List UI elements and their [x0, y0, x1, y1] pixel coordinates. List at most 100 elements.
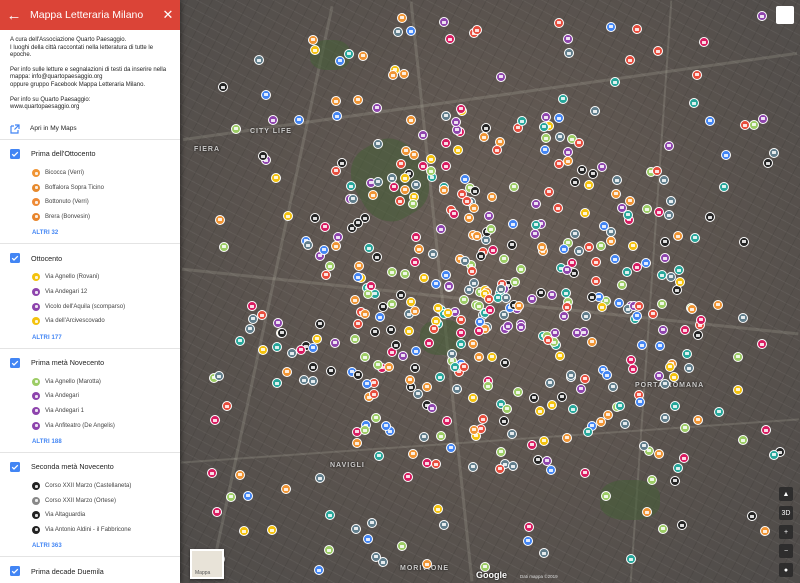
map-marker[interactable] [383, 362, 394, 372]
map-marker[interactable] [591, 276, 602, 287]
map-marker[interactable] [641, 507, 652, 518]
map-marker[interactable] [396, 541, 407, 552]
map-marker[interactable] [565, 370, 576, 381]
map-marker[interactable] [350, 523, 361, 534]
map-marker[interactable] [546, 465, 556, 475]
map-marker[interactable] [486, 191, 497, 202]
map-marker[interactable] [475, 251, 486, 262]
map-marker[interactable] [452, 145, 463, 156]
map-marker[interactable] [738, 236, 749, 247]
map-marker[interactable] [409, 257, 420, 267]
map-marker[interactable] [574, 246, 584, 257]
map-marker[interactable] [621, 267, 632, 278]
map-marker[interactable] [418, 431, 429, 442]
map-marker[interactable] [397, 350, 408, 361]
map-marker[interactable] [665, 271, 676, 282]
map-marker[interactable] [652, 46, 663, 57]
map-marker[interactable] [719, 181, 730, 192]
map-marker[interactable] [571, 327, 582, 338]
map-marker[interactable] [669, 372, 680, 383]
map-marker[interactable] [605, 21, 616, 32]
layer-item[interactable]: Via Agnello (Rovani) [0, 270, 180, 285]
map-marker[interactable] [570, 228, 581, 239]
map-marker[interactable] [272, 342, 283, 353]
map-marker[interactable] [207, 468, 218, 479]
map-marker[interactable] [238, 526, 249, 537]
map-marker[interactable] [616, 279, 627, 290]
map-marker[interactable] [334, 55, 345, 66]
map-marker[interactable] [353, 318, 364, 329]
map-marker[interactable] [439, 519, 450, 530]
map-marker[interactable] [235, 469, 246, 480]
show-more-link[interactable]: ALTRI 32 [0, 230, 180, 236]
map-marker[interactable] [441, 138, 451, 149]
map-marker[interactable] [608, 381, 619, 392]
map-marker[interactable] [212, 506, 222, 517]
map-marker[interactable] [527, 439, 538, 450]
map-marker[interactable] [410, 306, 421, 317]
map-marker[interactable] [296, 344, 306, 355]
map-marker[interactable] [660, 253, 671, 264]
map-marker[interactable] [687, 304, 698, 315]
map-marker[interactable] [563, 156, 573, 167]
map-marker[interactable] [562, 33, 573, 44]
map-marker[interactable] [430, 278, 441, 289]
map-marker[interactable] [373, 450, 384, 461]
map-marker[interactable] [392, 26, 403, 37]
map-marker[interactable] [407, 198, 418, 209]
map-marker[interactable] [659, 175, 670, 185]
map-marker[interactable] [419, 272, 430, 283]
map-marker[interactable] [438, 185, 449, 196]
map-marker[interactable] [400, 173, 411, 184]
map-marker[interactable] [410, 232, 421, 242]
map-marker[interactable] [679, 453, 690, 464]
map-marker[interactable] [587, 168, 598, 179]
map-marker[interactable] [373, 359, 384, 370]
back-arrow-icon[interactable]: ← [0, 7, 28, 24]
map-marker[interactable] [424, 338, 435, 349]
map-marker[interactable] [545, 377, 556, 388]
map-marker[interactable] [580, 208, 590, 219]
map-marker[interactable] [611, 188, 622, 199]
map-marker[interactable] [308, 342, 319, 353]
map-marker[interactable] [658, 523, 669, 534]
map-marker[interactable] [590, 106, 601, 117]
map-marker[interactable] [634, 396, 645, 407]
map-marker[interactable] [324, 545, 335, 556]
map-marker[interactable] [400, 268, 411, 279]
map-marker[interactable] [389, 181, 400, 192]
map-marker[interactable] [487, 351, 498, 362]
map-marker[interactable] [213, 371, 224, 382]
map-marker[interactable] [693, 414, 704, 425]
map-marker[interactable] [656, 298, 667, 309]
map-marker[interactable] [631, 310, 642, 321]
map-marker[interactable] [705, 115, 716, 126]
map-marker[interactable] [517, 116, 528, 127]
map-marker[interactable] [673, 231, 683, 242]
map-marker[interactable] [268, 115, 279, 126]
map-marker[interactable] [720, 150, 731, 161]
map-marker[interactable] [597, 302, 608, 313]
map-marker[interactable] [646, 474, 657, 485]
map-type-toggle[interactable]: Mappa [190, 549, 224, 579]
map-marker[interactable] [271, 172, 282, 183]
map-marker[interactable] [546, 400, 557, 411]
map-marker[interactable] [329, 337, 340, 348]
map-marker[interactable] [757, 113, 768, 124]
layer-item[interactable]: Corso XXII Marzo (Castellaneta) [0, 479, 180, 494]
layer-item[interactable]: Bottonuto (Verri) [0, 195, 180, 210]
layer-item[interactable]: Vicolo dell'Aquila (scomparso) [0, 299, 180, 314]
map-marker[interactable] [315, 318, 325, 329]
map-marker[interactable] [714, 406, 725, 417]
map-marker[interactable] [669, 475, 680, 486]
map-marker[interactable] [769, 147, 780, 158]
map-marker[interactable] [606, 236, 617, 247]
map-marker[interactable] [531, 198, 542, 209]
map-marker[interactable] [390, 340, 401, 351]
map-marker[interactable] [484, 305, 495, 316]
map-marker[interactable] [546, 289, 557, 300]
map-marker[interactable] [677, 520, 688, 530]
map-marker[interactable] [438, 17, 449, 28]
map-marker[interactable] [412, 388, 423, 399]
map-marker[interactable] [318, 244, 329, 255]
